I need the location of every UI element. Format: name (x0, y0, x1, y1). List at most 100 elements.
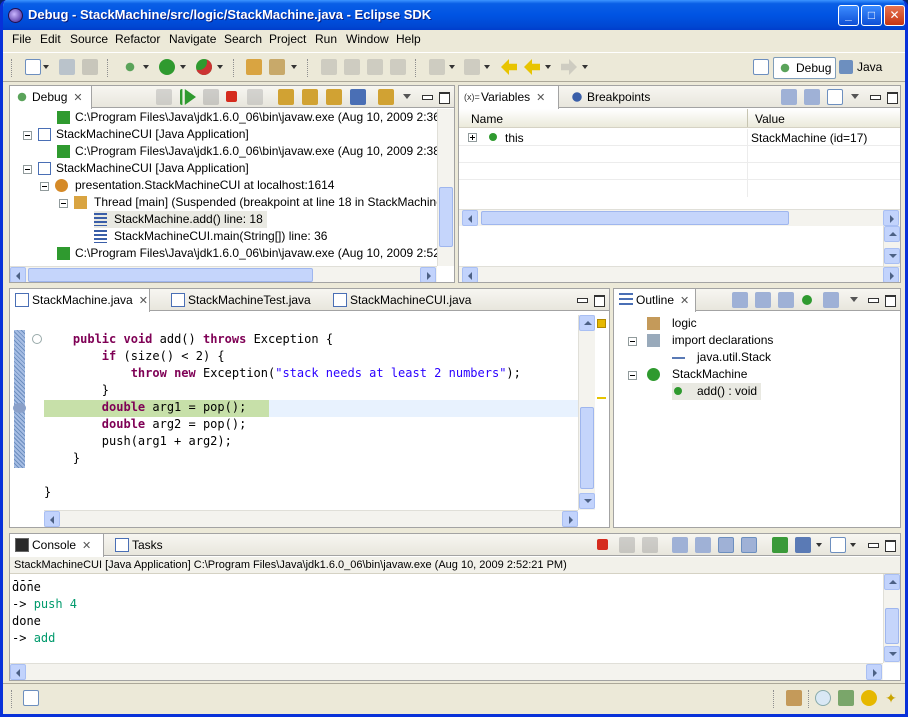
code-line[interactable]: } (44, 451, 80, 465)
show-type-names-icon[interactable] (781, 89, 797, 105)
close-tab-icon[interactable]: ✕ (536, 92, 545, 104)
process-row[interactable]: C:\Program Files\Java\jdk1.6.0_06\bin\ja… (57, 109, 454, 126)
close-tab-icon[interactable]: ✕ (82, 540, 91, 552)
remove-launch-icon[interactable] (619, 537, 635, 553)
details-vertical-scrollbar[interactable] (883, 226, 900, 266)
outline-class[interactable]: StackMachine (647, 366, 747, 383)
outline-imports[interactable]: import declarations (647, 332, 773, 349)
run-icon[interactable] (159, 59, 175, 75)
code-line[interactable]: } (44, 383, 109, 397)
menu-project[interactable]: Project (269, 32, 306, 46)
terminate-icon[interactable] (226, 91, 237, 102)
mark-occurrences-icon[interactable] (344, 59, 360, 75)
star-icon[interactable]: ✦ (883, 690, 899, 706)
scroll-right-button[interactable] (866, 664, 882, 680)
overview-ruler-marker[interactable] (597, 397, 606, 399)
collapse-toggle[interactable] (40, 182, 49, 191)
outline-method-selected[interactable]: add() : void (672, 383, 762, 400)
suspend-icon[interactable] (203, 89, 219, 105)
view-menu-icon[interactable] (848, 294, 860, 306)
next-annotation-dropdown-icon[interactable] (449, 65, 455, 69)
tab-debug[interactable]: Debug ✕ (10, 86, 92, 109)
scroll-left-button[interactable] (462, 210, 478, 226)
launch-row[interactable]: StackMachineCUI [Java Application] (38, 126, 249, 143)
block-selection-icon[interactable] (367, 59, 383, 75)
debug-target-row[interactable]: presentation.StackMachineCUI at localhos… (55, 177, 334, 194)
external-tools-icon[interactable] (196, 59, 212, 75)
menu-window[interactable]: Window (346, 32, 389, 46)
open-perspective-icon[interactable] (753, 59, 769, 75)
debug-icon[interactable] (122, 59, 138, 75)
debug-vertical-scrollbar[interactable] (437, 109, 454, 266)
scroll-down-button[interactable] (579, 493, 595, 509)
console-line[interactable]: -> add (12, 631, 55, 645)
close-tab-icon[interactable]: ✕ (680, 295, 689, 307)
scroll-right-button[interactable] (562, 511, 578, 527)
step-return-icon[interactable] (326, 89, 342, 105)
last-edit-location-icon[interactable] (501, 59, 517, 75)
use-step-filters-icon[interactable] (378, 89, 394, 105)
trim-stack-icon[interactable] (786, 690, 802, 706)
column-name[interactable]: Name (471, 112, 503, 126)
launch-row[interactable]: StackMachineCUI [Java Application] (38, 160, 249, 177)
code-line[interactable]: if (size() < 2) { (44, 349, 225, 363)
menu-edit[interactable]: Edit (40, 32, 61, 46)
toggle-breadcrumb-icon[interactable] (321, 59, 337, 75)
hide-non-public-icon[interactable] (802, 295, 812, 305)
remove-all-terminated-icon[interactable] (642, 537, 658, 553)
code-line[interactable]: push(arg1 + arg2); (44, 434, 232, 448)
scroll-thumb[interactable] (439, 187, 453, 247)
back-icon[interactable] (524, 59, 540, 75)
collapse-toggle[interactable] (23, 165, 32, 174)
title-bar[interactable]: Debug - StackMachine/src/logic/StackMach… (3, 0, 905, 30)
show-console-on-error-icon[interactable] (741, 537, 757, 553)
outline-import[interactable]: java.util.Stack (672, 349, 771, 366)
clear-console-icon[interactable] (672, 537, 688, 553)
scroll-lock-icon[interactable] (695, 537, 711, 553)
search-icon[interactable] (269, 59, 285, 75)
show-logical-structure-icon[interactable] (804, 89, 820, 105)
perspective-java[interactable]: Java (835, 57, 886, 79)
thread-row[interactable]: Thread [main] (Suspended (breakpoint at … (74, 194, 451, 211)
previous-annotation-dropdown-icon[interactable] (484, 65, 490, 69)
resume-icon[interactable] (180, 89, 196, 105)
maximize-view-icon[interactable] (438, 91, 450, 104)
collapse-toggle[interactable] (628, 337, 637, 346)
external-tools-dropdown-icon[interactable] (217, 65, 223, 69)
scroll-right-button[interactable] (883, 210, 899, 226)
step-over-icon[interactable] (302, 89, 318, 105)
column-divider[interactable] (747, 109, 748, 127)
print-icon[interactable] (82, 59, 98, 75)
open-console-icon[interactable] (830, 537, 846, 553)
minimize-button[interactable]: _ (838, 5, 859, 26)
menu-file[interactable]: File (12, 32, 31, 46)
code-line[interactable]: throw new Exception("stack needs at leas… (44, 366, 521, 380)
run-dropdown-icon[interactable] (180, 65, 186, 69)
plugins-view-icon[interactable] (861, 690, 877, 706)
collapse-toggle[interactable] (628, 371, 637, 380)
stack-frame-row[interactable]: StackMachineCUI.main(String[]) line: 36 (94, 228, 327, 245)
debug-horizontal-scrollbar[interactable] (10, 266, 437, 282)
maximize-view-icon[interactable] (884, 539, 896, 552)
minimize-view-icon[interactable] (421, 91, 433, 103)
scroll-left-button[interactable] (462, 267, 478, 282)
open-console-dropdown-icon[interactable] (850, 543, 856, 547)
forward-icon[interactable] (561, 59, 577, 75)
tab-tasks[interactable]: Tasks (110, 534, 169, 556)
previous-annotation-icon[interactable] (464, 59, 480, 75)
save-icon[interactable] (59, 59, 75, 75)
console-line[interactable]: done (12, 580, 41, 594)
drop-to-frame-icon[interactable] (350, 89, 366, 105)
tab-outline[interactable]: Outline ✕ (614, 289, 696, 312)
scroll-right-button[interactable] (420, 267, 436, 282)
display-selected-console-icon[interactable] (795, 537, 811, 553)
scroll-thumb[interactable] (28, 268, 313, 282)
pin-console-icon[interactable] (772, 537, 788, 553)
outline-package[interactable]: logic (647, 315, 697, 332)
menu-run[interactable]: Run (315, 32, 337, 46)
scroll-thumb[interactable] (580, 407, 594, 489)
code-line[interactable]: double arg2 = pop(); (44, 417, 247, 431)
console-line[interactable]: done (12, 614, 41, 628)
close-tab-icon[interactable]: ✕ (139, 295, 148, 307)
menu-search[interactable]: Search (224, 32, 262, 46)
